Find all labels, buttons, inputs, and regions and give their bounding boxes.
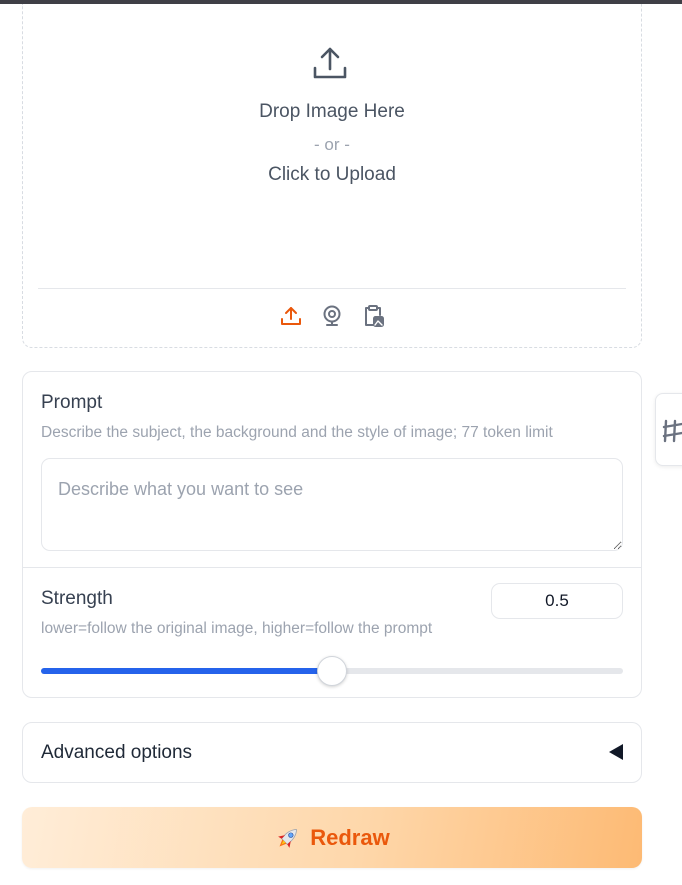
upload-divider bbox=[38, 288, 626, 289]
redraw-button[interactable]: Redraw bbox=[22, 807, 642, 868]
clipboard-icon bbox=[365, 305, 384, 327]
click-to-upload-text[interactable]: Click to Upload bbox=[23, 164, 641, 186]
strength-label: Strength bbox=[41, 588, 113, 609]
upload-icon bbox=[313, 47, 347, 79]
redraw-label: Redraw bbox=[310, 824, 390, 850]
or-separator-text: - or - bbox=[314, 135, 350, 154]
side-panel-tab[interactable] bbox=[655, 393, 682, 466]
source-upload-button[interactable] bbox=[279, 302, 303, 330]
strength-slider-fill bbox=[41, 668, 332, 674]
upload-prompt-area[interactable]: Drop Image Here - or - Click to Upload bbox=[23, 4, 641, 288]
prompt-strength-panel: Prompt Describe the subject, the backgro… bbox=[22, 371, 642, 698]
logo-icon bbox=[662, 419, 682, 443]
source-webcam-button[interactable] bbox=[320, 302, 344, 330]
image-upload-dropzone[interactable]: Drop Image Here - or - Click to Upload bbox=[22, 4, 642, 348]
advanced-options-label: Advanced options bbox=[41, 742, 193, 763]
prompt-info-text: Describe the subject, the background and… bbox=[41, 424, 553, 441]
strength-slider[interactable] bbox=[41, 656, 623, 686]
source-clipboard-button[interactable] bbox=[361, 302, 385, 330]
strength-number-input[interactable] bbox=[491, 583, 623, 619]
advanced-options-accordion[interactable]: Advanced options bbox=[22, 722, 642, 783]
webcam-icon bbox=[323, 305, 341, 326]
prompt-textarea[interactable] bbox=[41, 458, 623, 551]
drop-image-text: Drop Image Here bbox=[259, 101, 405, 122]
panel-divider bbox=[23, 567, 641, 568]
prompt-label: Prompt bbox=[41, 392, 103, 413]
upload-icon bbox=[281, 307, 301, 325]
strength-info-text: lower=follow the original image, higher=… bbox=[41, 620, 433, 637]
rocket-icon bbox=[274, 824, 302, 852]
caret-left-icon bbox=[609, 744, 623, 760]
strength-slider-thumb[interactable] bbox=[317, 656, 347, 686]
image-source-selector bbox=[23, 302, 641, 332]
